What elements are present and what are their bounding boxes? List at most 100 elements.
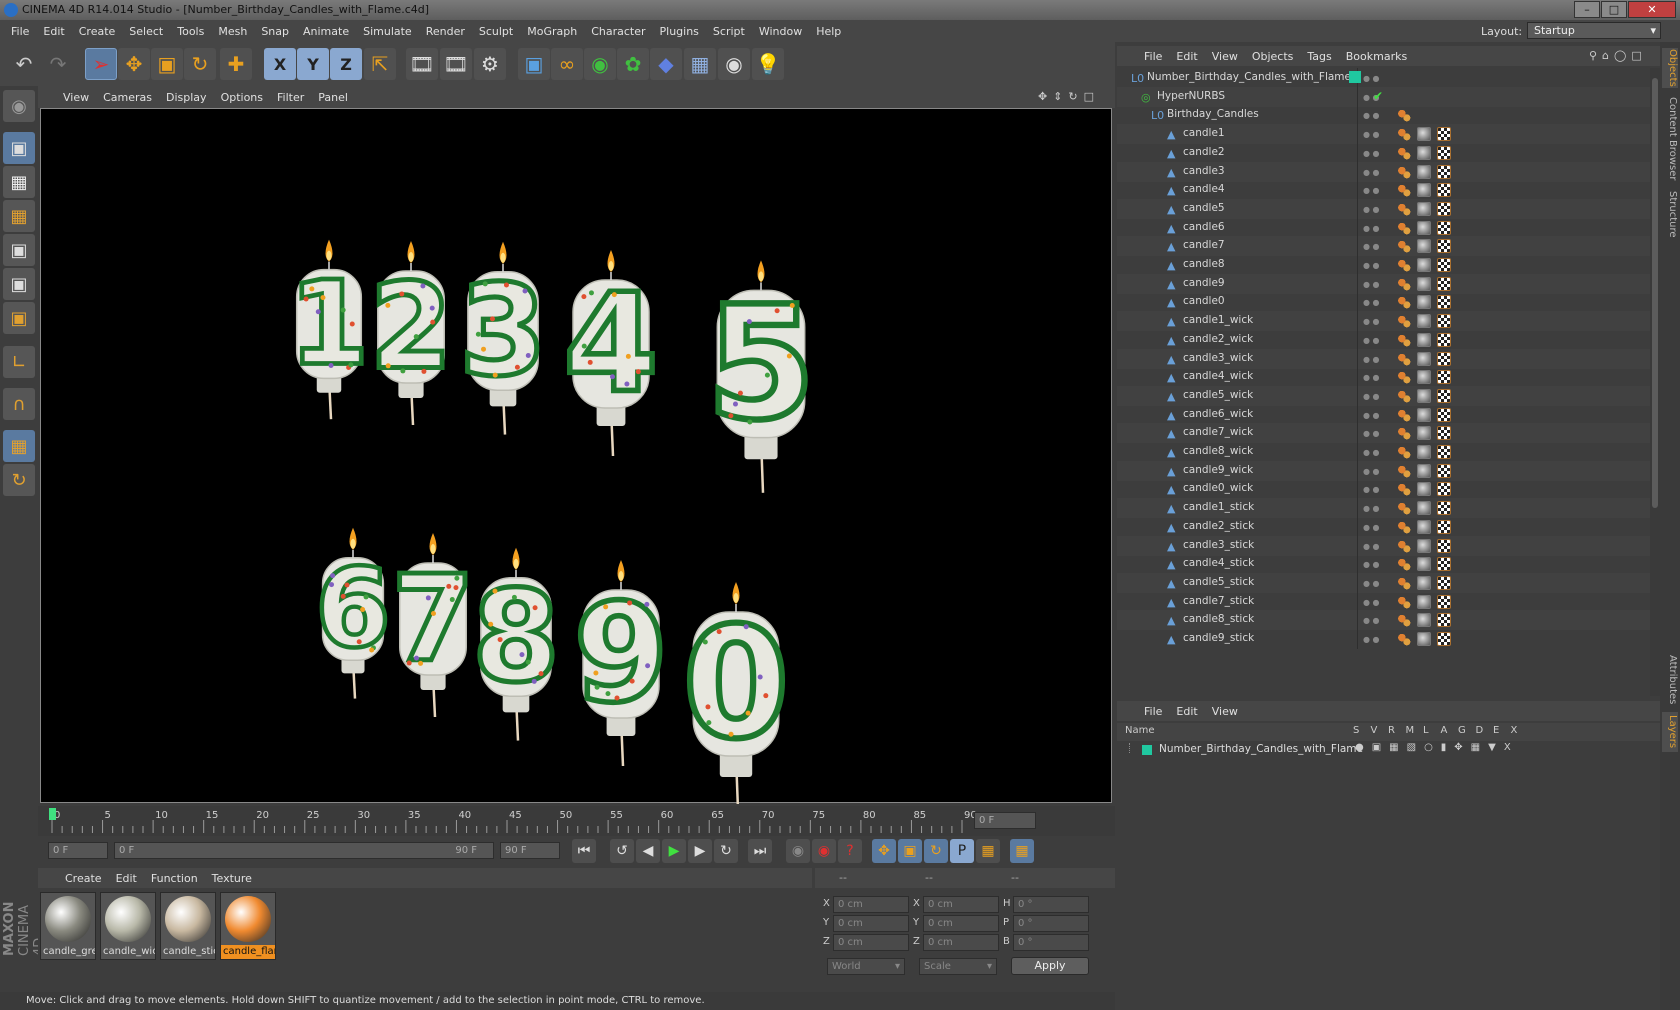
key-pla-icon[interactable]: ▦ — [976, 839, 1000, 863]
coord-value-field[interactable]: 0 cm — [833, 896, 909, 913]
menu-select[interactable]: Select — [122, 25, 170, 38]
edges-mode-icon[interactable]: ▣ — [3, 268, 35, 300]
phong-tag-icon[interactable] — [1397, 201, 1411, 216]
phong-tag-icon[interactable] — [1397, 445, 1411, 459]
texture-tag-icon[interactable] — [1437, 164, 1451, 179]
layer-column-d[interactable]: D — [1476, 725, 1484, 736]
menu-character[interactable]: Character — [584, 25, 652, 38]
render-view-icon[interactable]: 🎞 — [406, 48, 438, 80]
menu-sculpt[interactable]: Sculpt — [472, 25, 520, 38]
viewport-menu-panel[interactable]: Panel — [311, 91, 355, 104]
visibility-dots-icon[interactable]: ● ● — [1363, 504, 1380, 513]
visibility-dots-icon[interactable]: ● ● — [1363, 467, 1380, 476]
layer-column-m[interactable]: M — [1406, 725, 1415, 736]
texture-tag-icon[interactable] — [1437, 445, 1451, 459]
texture-tag-icon[interactable] — [1437, 220, 1451, 235]
autokey-icon[interactable]: ◉ — [812, 839, 836, 863]
texture-tag-icon[interactable] — [1437, 594, 1451, 609]
material-tag-icon[interactable] — [1417, 295, 1431, 310]
layer-row[interactable]: Number_Birthday_Candles_with_Flame ●▣▦▧○… — [1117, 741, 1660, 759]
texture-tag-icon[interactable] — [1437, 258, 1451, 272]
preview-range-slider[interactable]: 0 F 90 F — [114, 842, 494, 859]
phong-tag-icon[interactable] — [1397, 426, 1411, 441]
menu-create[interactable]: Create — [72, 25, 123, 38]
object-row[interactable]: ▲ candle1_stick ● ● — [1117, 498, 1650, 519]
menu-window[interactable]: Window — [752, 25, 809, 38]
texture-tag-icon[interactable] — [1437, 351, 1451, 366]
polygons-mode-icon[interactable]: ▣ — [3, 302, 35, 334]
menu-mesh[interactable]: Mesh — [211, 25, 254, 38]
texture-tag-icon[interactable] — [1437, 426, 1451, 441]
material-tag-icon[interactable] — [1417, 613, 1431, 628]
phong-tag-icon[interactable] — [1397, 501, 1411, 516]
go-to-end-icon[interactable]: ⏭ — [748, 839, 772, 863]
layer-column-name[interactable]: Name — [1125, 725, 1155, 736]
texture-tag-icon[interactable] — [1437, 632, 1451, 646]
object-row[interactable]: ▲ candle7_stick ● ● — [1117, 591, 1650, 612]
coordinate-space-dropdown[interactable]: World ▾ — [827, 958, 905, 975]
material-tag-icon[interactable] — [1417, 332, 1431, 347]
material-tag-icon[interactable] — [1417, 351, 1431, 366]
maximize-button[interactable]: □ — [1601, 1, 1627, 18]
visibility-dots-icon[interactable]: ● ● — [1363, 280, 1380, 289]
object-row[interactable]: L0 Number_Birthday_Candles_with_Flame ● ● — [1117, 68, 1650, 88]
recent-tool-icon[interactable]: ✚ — [220, 48, 252, 80]
material-menu-function[interactable]: Function — [144, 872, 205, 885]
floor-icon[interactable]: ▦ — [684, 48, 716, 80]
cube-icon[interactable]: ▣ — [518, 48, 550, 80]
object-menu-objects[interactable]: Objects — [1245, 50, 1301, 63]
visibility-dots-icon[interactable]: ● ● — [1363, 598, 1380, 607]
workplane-mode-icon[interactable]: ▦ — [3, 200, 35, 232]
layer-menu-file[interactable]: File — [1137, 705, 1169, 718]
close-button[interactable]: ✕ — [1628, 1, 1676, 18]
coord-value-field[interactable]: 0 cm — [833, 915, 909, 932]
material-swatch[interactable]: candle_wic — [100, 892, 156, 960]
visibility-dots-icon[interactable]: ● ● — [1363, 448, 1380, 457]
go-to-start-icon[interactable]: ⏮ — [572, 839, 596, 863]
phong-tag-icon[interactable] — [1397, 276, 1411, 291]
rotate-icon[interactable]: ↻ — [184, 48, 216, 80]
phong-tag-icon[interactable] — [1397, 314, 1411, 329]
phong-tag-icon[interactable] — [1397, 127, 1411, 142]
snap-magnet-icon[interactable]: ∩ — [3, 388, 35, 420]
start-frame-field[interactable]: 0 F — [48, 842, 108, 859]
material-tag-icon[interactable] — [1417, 575, 1431, 590]
material-tag-icon[interactable] — [1417, 183, 1431, 198]
previous-key-icon[interactable]: ↺ — [610, 839, 634, 863]
visibility-dots-icon[interactable]: ● ● — [1363, 373, 1380, 382]
coordinate-mode-dropdown[interactable]: Scale ▾ — [919, 958, 997, 975]
material-tag-icon[interactable] — [1417, 445, 1431, 459]
material-tag-icon[interactable] — [1417, 239, 1431, 254]
visibility-dots-icon[interactable]: ● ● — [1363, 149, 1380, 158]
object-row[interactable]: ▲ candle4_wick ● ● — [1117, 367, 1650, 388]
deformer-icon[interactable]: ◆ — [650, 48, 682, 80]
material-menu-edit[interactable]: Edit — [109, 872, 144, 885]
viewport-menu-view[interactable]: View — [56, 91, 96, 104]
object-row[interactable]: ▲ candle8 ● ● — [1117, 255, 1650, 275]
visibility-dots-icon[interactable]: ● ● — [1363, 205, 1380, 214]
texture-tag-icon[interactable] — [1437, 557, 1451, 572]
phong-tag-icon[interactable] — [1397, 557, 1411, 572]
visibility-dots-icon[interactable]: ● ● — [1363, 485, 1380, 494]
object-row[interactable]: ▲ candle4 ● ● — [1117, 180, 1650, 201]
current-frame-field[interactable]: 0 F — [974, 812, 1036, 829]
object-row[interactable]: ▲ candle3_stick ● ● — [1117, 535, 1650, 556]
menu-render[interactable]: Render — [419, 25, 472, 38]
layer-column-a[interactable]: A — [1441, 725, 1448, 736]
texture-tag-icon[interactable] — [1437, 145, 1451, 160]
layer-menu-view[interactable]: View — [1205, 705, 1245, 718]
material-menu-create[interactable]: Create — [58, 872, 109, 885]
x-axis-lock-icon[interactable]: X — [264, 48, 296, 80]
object-row[interactable]: ▲ candle5_stick ● ● — [1117, 572, 1650, 593]
light-icon[interactable]: 💡 — [752, 48, 784, 80]
key-position-icon[interactable]: ✥ — [872, 839, 896, 863]
coord-value-field[interactable]: 0 cm — [923, 896, 999, 913]
layer-column-g[interactable]: G — [1458, 725, 1466, 736]
material-tag-icon[interactable] — [1417, 145, 1431, 160]
locked-workplane-icon[interactable]: ▦ — [3, 430, 35, 462]
model-mode-icon[interactable]: ▣ — [3, 132, 35, 164]
menu-snap[interactable]: Snap — [254, 25, 296, 38]
points-mode-icon[interactable]: ▣ — [3, 234, 35, 266]
visibility-dots-icon[interactable]: ● ● — [1363, 74, 1380, 83]
menu-script[interactable]: Script — [706, 25, 752, 38]
